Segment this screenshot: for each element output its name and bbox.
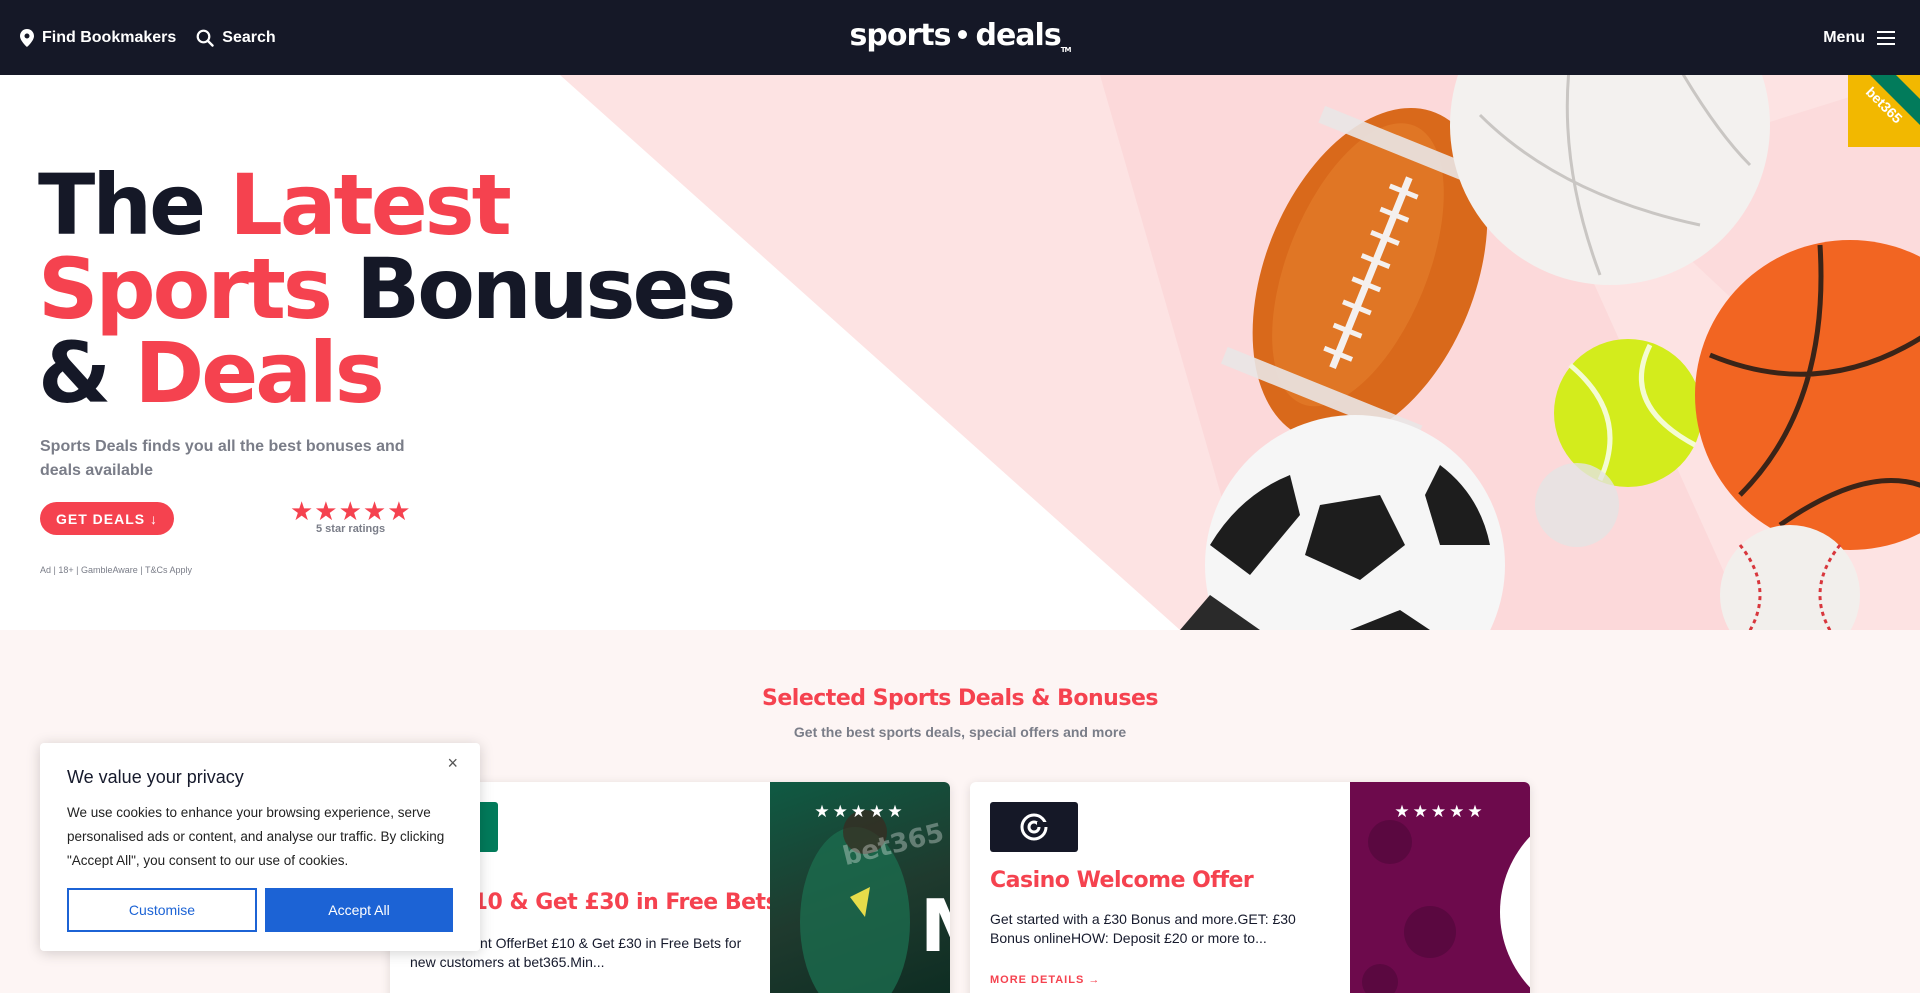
top-navigation: Find Bookmakers Search sports dealsTM Men…	[0, 0, 1920, 75]
logo-dot	[958, 30, 968, 39]
close-icon[interactable]: ×	[447, 753, 458, 774]
ad-disclaimer: Ad | 18+ | GambleAware | T&Cs Apply	[40, 565, 193, 575]
deal-card-image: ★★★★★	[1350, 782, 1530, 993]
menu-label: Menu	[1823, 28, 1865, 46]
get-deals-button[interactable]: GET DEALS ↓	[40, 502, 175, 535]
sports-balls-image	[1180, 75, 1920, 630]
hero-subtitle: Sports Deals finds you all the best bonu…	[40, 438, 405, 479]
section-subtitle: Get the best sports deals, special offer…	[793, 724, 1127, 740]
menu-button[interactable]: Menu	[1823, 0, 1895, 75]
logo-right: deals	[975, 18, 1061, 53]
deal-card-image-letter: M	[920, 890, 950, 962]
cookie-body: We use cookies to enhance your browsing …	[67, 805, 445, 868]
deal-card-text: Get started with a £30 Bonus and more.GE…	[990, 911, 1296, 946]
bet365-ribbon[interactable]: bet365	[1848, 75, 1920, 147]
hero-title-word-5: &	[38, 324, 111, 422]
deal-card-image: bet365 M ★★★★★	[770, 782, 950, 993]
deal-card-casino[interactable]: Casino Welcome Offer Get started with a …	[970, 782, 1530, 993]
more-details-link[interactable]: MORE DETAILS →	[990, 974, 1100, 986]
hero-title: The Latest Sports Bonuses & Deals	[38, 163, 736, 415]
section-title: Selected Sports Deals & Bonuses	[762, 686, 1158, 711]
deal-card-stars: ★★★★★	[1394, 802, 1486, 821]
casino-logo	[990, 802, 1078, 852]
deal-card-title[interactable]: Casino Welcome Offer	[990, 868, 1254, 893]
logo-tm: TM	[1060, 46, 1072, 54]
deal-card-stars: ★★★★★	[814, 802, 906, 821]
customise-button[interactable]: Customise	[67, 888, 257, 932]
casino-logo-icon	[1020, 813, 1049, 841]
hero-title-word-4: Bonuses	[356, 240, 736, 338]
cookie-title: We value your privacy	[67, 767, 244, 787]
rating-label: 5 star ratings	[316, 523, 386, 535]
site-logo[interactable]: sports dealsTM	[0, 18, 1920, 54]
accept-all-button[interactable]: Accept All	[265, 888, 453, 932]
hero-title-word-6: Deals	[134, 324, 385, 422]
hero-section: bet365 The Latest Sports Bonuses & Deals…	[0, 75, 1920, 630]
cookie-consent-dialog: We value your privacy × We use cookies t…	[40, 743, 480, 951]
hamburger-icon	[1877, 30, 1895, 45]
logo-left: sports	[849, 18, 952, 53]
